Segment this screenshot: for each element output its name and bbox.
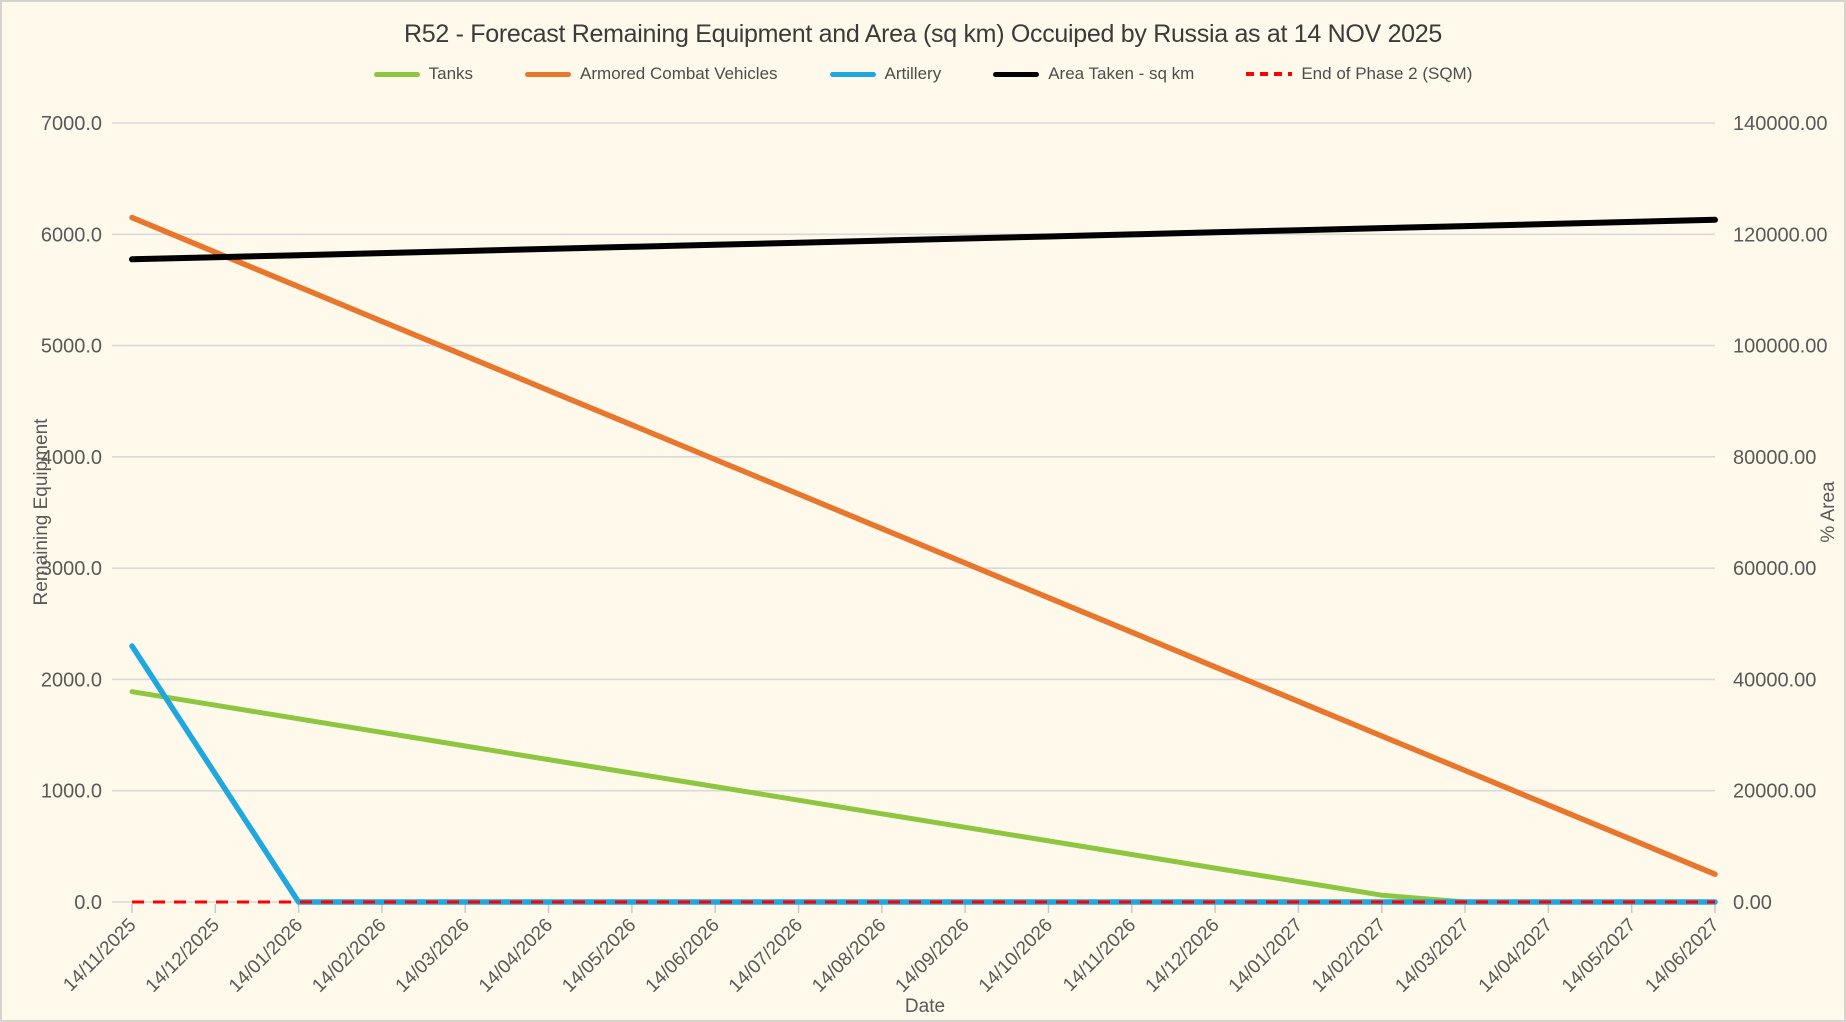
y-axis-tick-label-left: 5000.0	[41, 336, 102, 358]
series-line-armored-combat-vehicles	[132, 218, 1715, 875]
x-axis-tick-label: 14/03/2027	[1391, 915, 1473, 997]
x-axis-tick-label: 14/04/2026	[475, 915, 557, 997]
y-axis-tick-label-right: 40000.00	[1733, 669, 1816, 691]
x-axis-tick-label: 14/03/2026	[392, 915, 474, 997]
y-axis-tick-label-right: 0.00	[1733, 892, 1772, 914]
x-axis-tick-label: 14/01/2026	[225, 915, 307, 997]
x-axis-tick-label: 14/05/2027	[1558, 915, 1640, 997]
y-axis-title-left: Remaining Equipment	[31, 419, 53, 606]
x-axis-title: Date	[2, 996, 1846, 1018]
x-axis-tick-label: 14/11/2025	[59, 915, 140, 996]
x-axis-tick-label: 14/06/2026	[642, 915, 724, 997]
plot-area: 7000.06000.05000.04000.03000.02000.01000…	[2, 2, 1846, 1022]
y-axis-tick-label-left: 1000.0	[41, 781, 102, 803]
x-axis-tick-label: 14/12/2025	[142, 915, 224, 997]
x-axis-tick-label: 14/08/2026	[808, 915, 890, 997]
series-line-area-taken-sq-km	[132, 220, 1715, 259]
y-axis-tick-label-left: 6000.0	[41, 224, 102, 246]
x-axis-tick-label: 14/12/2026	[1142, 915, 1224, 997]
x-axis-tick-label: 14/05/2026	[558, 915, 640, 997]
y-axis-tick-label-right: 140000.00	[1733, 113, 1828, 135]
x-axis-tick-label: 14/02/2027	[1308, 915, 1390, 997]
x-axis-tick-label: 14/01/2027	[1225, 915, 1307, 997]
x-axis-tick-label: 14/02/2026	[308, 915, 390, 997]
x-axis-tick-label: 14/09/2026	[892, 915, 974, 997]
y-axis-tick-label-left: 2000.0	[41, 669, 102, 691]
x-axis-tick-label: 14/10/2026	[975, 915, 1057, 997]
y-axis-tick-label-right: 100000.00	[1733, 336, 1828, 358]
x-axis-tick-label: 14/07/2026	[725, 915, 807, 997]
y-axis-tick-label-right: 120000.00	[1733, 224, 1828, 246]
y-axis-title-right: % Area	[1818, 481, 1840, 542]
x-axis-tick-label: 14/04/2027	[1475, 915, 1557, 997]
x-axis-tick-label: 14/06/2027	[1641, 915, 1723, 997]
x-axis-tick-label: 14/11/2026	[1059, 915, 1140, 996]
y-axis-tick-label-right: 20000.00	[1733, 781, 1816, 803]
chart-canvas: R52 - Forecast Remaining Equipment and A…	[0, 0, 1846, 1022]
series-line-tanks	[132, 692, 1715, 902]
y-axis-tick-label-left: 0.0	[74, 892, 102, 914]
y-axis-tick-label-left: 7000.0	[41, 113, 102, 135]
y-axis-tick-label-right: 60000.00	[1733, 558, 1816, 580]
y-axis-tick-label-right: 80000.00	[1733, 447, 1816, 469]
